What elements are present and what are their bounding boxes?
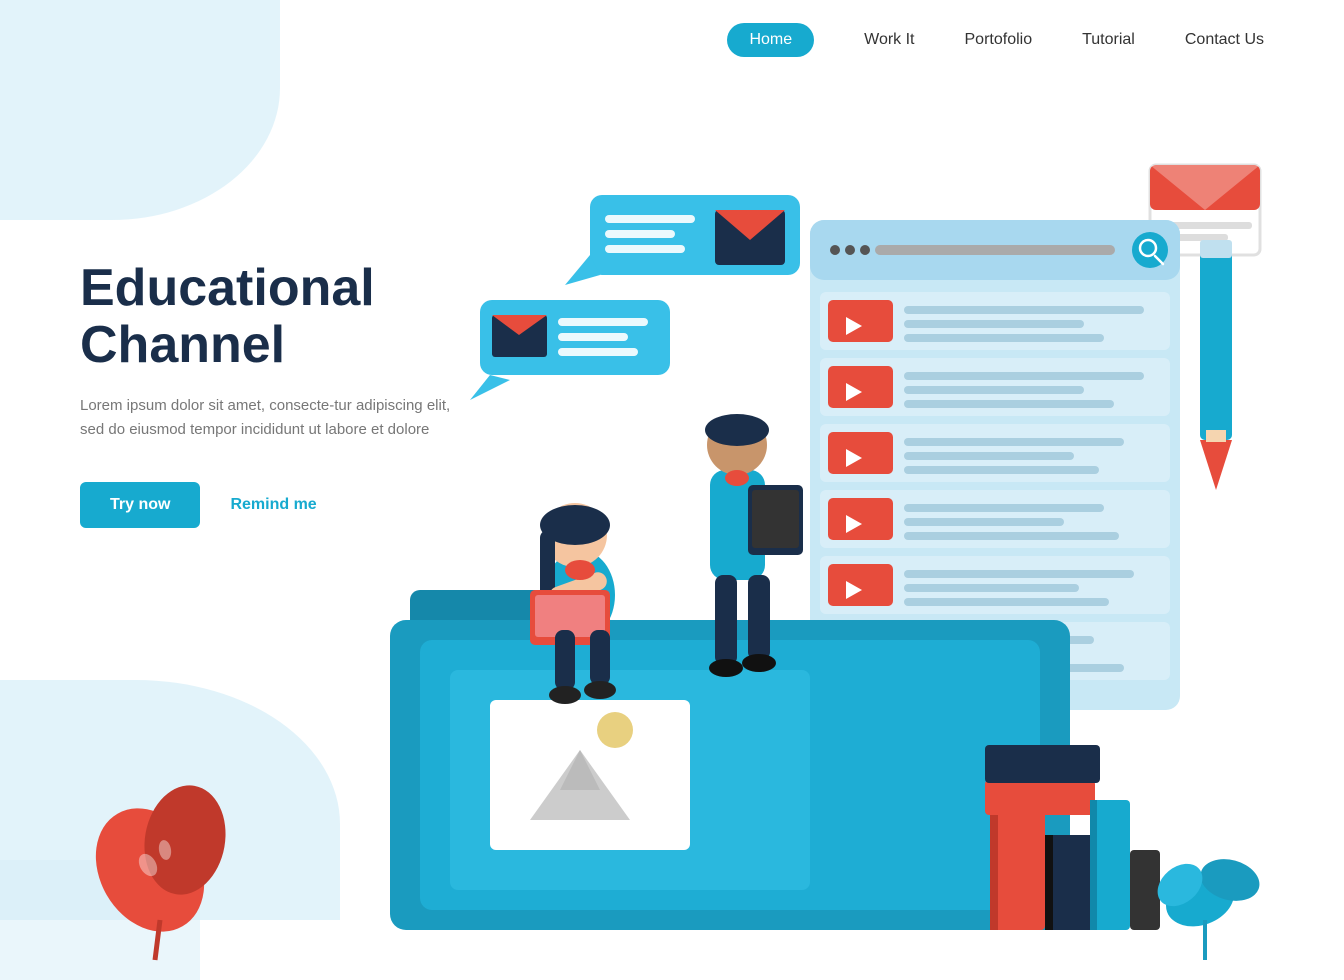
plant-right [1149, 853, 1264, 960]
books-stack [985, 745, 1160, 930]
pencil-icon [1200, 240, 1232, 490]
nav-item-portfolio[interactable]: Portofolio [965, 31, 1033, 49]
nav-item-tutorial[interactable]: Tutorial [1082, 31, 1135, 49]
nav-item-contact[interactable]: Contact Us [1185, 31, 1264, 49]
main-illustration [0, 0, 1344, 980]
speech-bubble-top [565, 195, 800, 285]
navigation: Home Work It Portofolio Tutorial Contact… [0, 0, 1344, 80]
plant-left [74, 779, 234, 960]
nav-item-workit[interactable]: Work It [864, 31, 914, 49]
speech-bubble-bottom [470, 300, 670, 400]
nav-item-home[interactable]: Home [727, 23, 814, 57]
